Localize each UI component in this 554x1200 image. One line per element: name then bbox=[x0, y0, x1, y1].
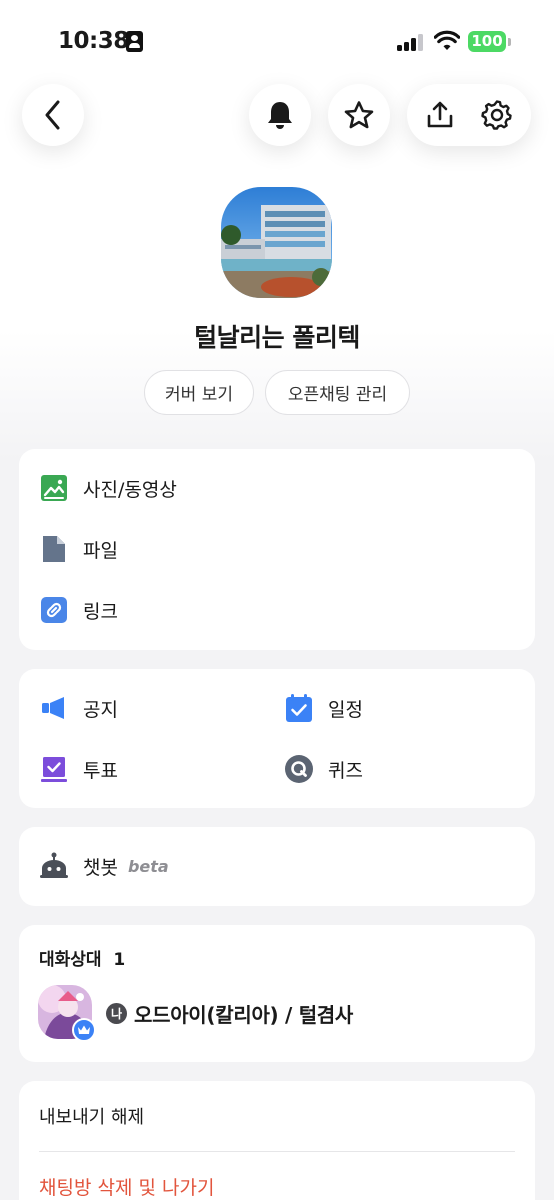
menu-item-label: 투표 bbox=[83, 759, 118, 782]
bell-icon bbox=[268, 102, 292, 129]
favorite-button[interactable] bbox=[328, 84, 390, 146]
members-title: 대화상대 bbox=[39, 950, 102, 970]
menu-item-label: 파일 bbox=[83, 539, 118, 562]
media-card: 사진/동영상 파일 링크 bbox=[19, 449, 535, 650]
beta-badge: beta bbox=[127, 856, 169, 876]
delete-and-leave-button[interactable]: 채팅방 삭제 및 나가기 bbox=[39, 1173, 214, 1200]
menu-item-label: 일정 bbox=[328, 698, 363, 721]
chatbot-card: 챗봇 beta bbox=[19, 827, 535, 906]
quiz-icon bbox=[284, 754, 314, 784]
room-profile-image[interactable] bbox=[221, 187, 332, 298]
contact-card-icon bbox=[126, 31, 143, 52]
menu-item-calendar[interactable]: 일정 bbox=[284, 688, 363, 728]
view-cover-button[interactable]: 커버 보기 bbox=[144, 370, 254, 415]
menu-item-label: 공지 bbox=[83, 698, 118, 721]
status-bar: 10:38 100 bbox=[0, 0, 554, 80]
megaphone-icon bbox=[39, 693, 69, 723]
menu-item-photos[interactable]: 사진/동영상 bbox=[39, 468, 177, 508]
menu-item-files[interactable]: 파일 bbox=[39, 529, 118, 569]
back-button[interactable] bbox=[22, 84, 84, 146]
tools-card: 공지 일정 투표 퀴즈 bbox=[19, 669, 535, 808]
menu-item-vote[interactable]: 투표 bbox=[39, 749, 118, 789]
calendar-icon bbox=[284, 693, 314, 723]
photo-icon bbox=[39, 473, 69, 503]
menu-item-label: 퀴즈 bbox=[328, 759, 363, 782]
share-settings-group bbox=[407, 84, 531, 146]
room-title: 털날리는 폴리텍 bbox=[194, 323, 360, 352]
gear-icon bbox=[481, 100, 512, 130]
members-count: 1 bbox=[113, 950, 126, 970]
link-icon bbox=[39, 595, 69, 625]
members-header: 대화상대 1 bbox=[39, 945, 125, 970]
status-time: 10:38 bbox=[58, 28, 129, 54]
vote-icon bbox=[39, 754, 69, 784]
divider bbox=[39, 1151, 515, 1152]
menu-item-label: 링크 bbox=[83, 600, 118, 623]
menu-item-label: 챗봇 bbox=[83, 856, 118, 879]
file-icon bbox=[39, 534, 69, 564]
menu-item-notice[interactable]: 공지 bbox=[39, 688, 118, 728]
share-icon bbox=[427, 101, 453, 128]
actions-card: 내보내기 해제 채팅방 삭제 및 나가기 bbox=[19, 1081, 535, 1200]
star-icon bbox=[344, 101, 374, 129]
members-card: 대화상대 1 나 오드아이(칼리아) / 털겸사 bbox=[19, 925, 535, 1062]
wifi-icon bbox=[434, 30, 460, 50]
share-button[interactable] bbox=[409, 84, 471, 146]
crown-icon bbox=[72, 1018, 96, 1042]
manage-openchat-button[interactable]: 오픈채팅 관리 bbox=[265, 370, 410, 415]
robot-icon bbox=[39, 851, 69, 881]
export-toggle-button[interactable]: 내보내기 해제 bbox=[39, 1103, 144, 1129]
settings-button[interactable] bbox=[466, 84, 528, 146]
menu-item-quiz[interactable]: 퀴즈 bbox=[284, 749, 363, 789]
me-badge: 나 bbox=[106, 1003, 127, 1024]
battery-tip bbox=[508, 38, 511, 46]
member-name[interactable]: 오드아이(칼리아) / 털겸사 bbox=[134, 999, 353, 1028]
cellular-signal-icon bbox=[397, 33, 425, 51]
menu-item-links[interactable]: 링크 bbox=[39, 590, 118, 630]
menu-item-label: 사진/동영상 bbox=[83, 478, 177, 501]
battery-icon: 100 bbox=[468, 31, 506, 52]
notification-button[interactable] bbox=[249, 84, 311, 146]
back-icon bbox=[45, 100, 60, 130]
menu-item-chatbot[interactable]: 챗봇 beta bbox=[39, 846, 169, 886]
